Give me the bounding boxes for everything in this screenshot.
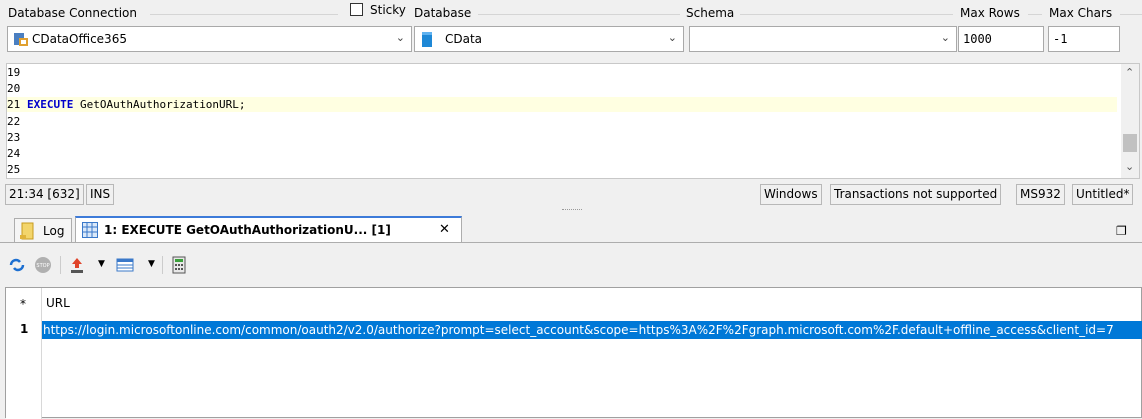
dropdown-arrow-icon[interactable]: ▼ — [98, 259, 105, 269]
vertical-scrollbar[interactable]: ⌃ ⌄ — [1121, 64, 1139, 178]
database-icon — [421, 31, 433, 51]
editor-line: 24 — [7, 146, 27, 161]
connection-icon — [13, 31, 29, 50]
selected-cell[interactable]: https://login.microsoftonline.com/common… — [42, 321, 1142, 339]
refresh-icon[interactable] — [8, 256, 26, 274]
database-label: Database — [414, 6, 475, 20]
stop-icon[interactable]: STOP — [34, 256, 52, 274]
toolbar-separator — [60, 256, 61, 274]
result-grid[interactable]: * URL 1 https://login.microsoftonline.co… — [5, 287, 1142, 419]
database-value: CData — [445, 32, 483, 46]
scrollbar-thumb[interactable] — [1123, 134, 1137, 152]
line-number: 22 — [7, 115, 21, 128]
connection-value: CDataOffice365 — [32, 32, 127, 46]
toolbar-separator — [162, 256, 163, 274]
tab-log[interactable]: Log — [14, 218, 72, 243]
max-chars-input[interactable]: -1 — [1048, 26, 1120, 52]
tab-result-label: 1: EXECUTE GetOAuthAuthorizationU... [1] — [104, 223, 391, 237]
group-divider — [478, 14, 680, 15]
editor-line: 20 — [7, 81, 27, 96]
group-divider — [1028, 14, 1042, 15]
line-number: 19 — [7, 66, 21, 79]
log-icon — [20, 222, 34, 243]
restore-window-icon[interactable]: ❐ — [1116, 224, 1127, 238]
line-number: 20 — [7, 82, 21, 95]
max-rows-input[interactable]: 1000 — [958, 26, 1044, 52]
cursor-position: 21:34 [632] — [5, 184, 84, 205]
encoding-status: MS932 — [1016, 184, 1065, 205]
group-divider — [740, 14, 953, 15]
export-icon[interactable] — [68, 256, 86, 274]
max-chars-value: -1 — [1053, 32, 1068, 46]
dropdown-arrow-icon[interactable]: ▼ — [148, 259, 155, 269]
chevron-down-icon[interactable]: ⌄ — [396, 31, 405, 44]
sql-keyword: EXECUTE — [27, 98, 74, 111]
select-all-marker[interactable]: * — [20, 297, 26, 311]
svg-text:STOP: STOP — [36, 263, 49, 269]
chevron-down-icon[interactable]: ⌄ — [941, 31, 950, 44]
tab-log-label: Log — [43, 224, 65, 238]
calculator-icon[interactable] — [170, 256, 188, 274]
line-ending-status: Windows — [760, 184, 822, 205]
column-header-url[interactable]: URL — [46, 296, 70, 310]
max-rows-label: Max Rows — [960, 6, 1023, 20]
sticky-checkbox[interactable] — [350, 3, 363, 16]
editor-current-line: 21 EXECUTE GetOAuthAuthorizationURL; — [7, 97, 1117, 112]
connection-select[interactable]: CDataOffice365 ⌄ — [7, 26, 412, 52]
editor-line: 23 — [7, 130, 27, 145]
line-number: 21 — [7, 98, 21, 111]
editor-line: 25 — [7, 162, 27, 177]
grid-icon — [82, 222, 98, 241]
line-number: 24 — [7, 147, 21, 160]
database-connection-label: Database Connection — [8, 6, 140, 20]
schema-select[interactable]: ⌄ — [689, 26, 957, 52]
tab-strip-border — [0, 242, 1142, 243]
database-select[interactable]: CData ⌄ — [414, 26, 684, 52]
chevron-down-icon[interactable]: ⌄ — [668, 31, 677, 44]
chevron-up-icon[interactable]: ⌃ — [1125, 66, 1134, 79]
transactions-status: Transactions not supported — [830, 184, 1002, 205]
editor-line: 19 — [7, 65, 27, 80]
editor-line: 22 — [7, 114, 27, 129]
max-chars-label: Max Chars — [1049, 6, 1116, 20]
close-icon[interactable]: ✕ — [439, 222, 450, 237]
line-number: 25 — [7, 163, 21, 176]
splitter-grip[interactable] — [562, 209, 582, 212]
sql-editor[interactable]: 19 20 21 EXECUTE GetOAuthAuthorizationURL… — [6, 63, 1140, 179]
schema-label: Schema — [686, 6, 738, 20]
row-number[interactable]: 1 — [20, 322, 28, 336]
insert-mode: INS — [86, 184, 115, 205]
max-rows-value: 1000 — [963, 32, 992, 46]
tab-result-1[interactable]: 1: EXECUTE GetOAuthAuthorizationU... [1]… — [75, 216, 462, 243]
group-divider — [150, 14, 338, 15]
sticky-label: Sticky — [370, 3, 406, 17]
grid-view-icon[interactable] — [116, 256, 134, 274]
group-divider — [1120, 14, 1142, 15]
file-status: Untitled* — [1072, 184, 1134, 205]
line-text: GetOAuthAuthorizationURL; — [73, 98, 246, 111]
chevron-down-icon[interactable]: ⌄ — [1125, 160, 1134, 173]
line-number: 23 — [7, 131, 21, 144]
